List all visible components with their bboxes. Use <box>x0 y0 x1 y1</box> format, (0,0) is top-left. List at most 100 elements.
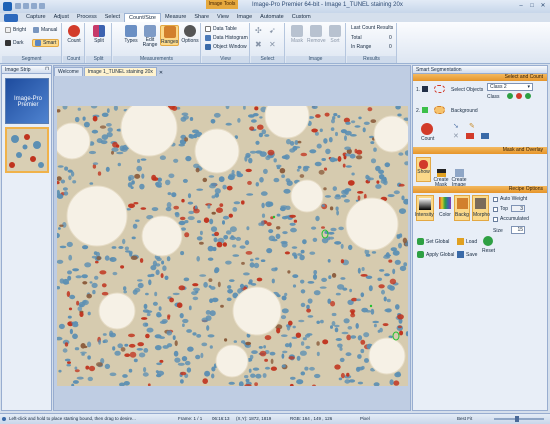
tab-view[interactable]: View <box>213 13 233 22</box>
class-dropdown[interactable]: Class 2 ▾ <box>487 83 533 91</box>
top-checkbox[interactable]: Top <box>493 206 508 212</box>
auto-weight-checkbox[interactable]: Auto Weight <box>493 196 527 202</box>
close-tab-icon[interactable]: ✕ <box>159 70 163 76</box>
app-menu-button[interactable] <box>4 13 18 22</box>
data-table-button[interactable]: Data Table <box>205 26 237 32</box>
cell-nucleus <box>114 350 121 356</box>
close-icon[interactable]: ✕ <box>538 2 548 10</box>
reset-icon[interactable] <box>483 236 493 246</box>
size-stepper[interactable]: 15 <box>511 226 525 234</box>
cell-nucleus <box>321 158 327 161</box>
select-tool-2[interactable]: ➹ <box>269 26 276 35</box>
split-button[interactable]: Split <box>91 25 107 44</box>
tab-image[interactable]: Image <box>233 13 256 22</box>
maximize-icon[interactable]: □ <box>527 2 537 10</box>
count-button[interactable]: Count <box>66 25 82 44</box>
cell-nucleus <box>68 175 72 181</box>
edit-range-button[interactable]: Edit Range <box>142 25 158 48</box>
cell-nucleus <box>360 274 368 277</box>
save-icon[interactable] <box>15 3 21 9</box>
pencil-icon[interactable]: ✎ <box>469 122 475 130</box>
top-stepper[interactable]: 3 <box>511 205 525 212</box>
data-histogram-button[interactable]: Data Histogram <box>205 35 248 41</box>
select-tool-1[interactable]: ✣ <box>255 26 262 35</box>
minimize-icon[interactable]: – <box>516 2 526 10</box>
types-button[interactable]: Types <box>123 25 139 44</box>
color-button[interactable] <box>437 195 452 211</box>
select-objects-icon[interactable] <box>434 85 445 93</box>
cell-nucleus <box>156 257 162 262</box>
tab-count-size[interactable]: Count/Size <box>124 13 161 22</box>
count-red-icon[interactable] <box>421 123 433 135</box>
tab-process[interactable]: Process <box>73 13 101 22</box>
fat-vacuole <box>194 128 240 174</box>
apply-global-button[interactable]: Apply Global <box>417 251 454 258</box>
cell-nucleus <box>158 306 162 311</box>
background-color-swatch[interactable] <box>422 107 428 113</box>
doc-tab-welcome[interactable]: Welcome <box>54 67 83 76</box>
smart-button[interactable]: Smart <box>32 39 60 47</box>
cell-nucleus <box>131 236 136 240</box>
backg-icon <box>456 198 468 209</box>
remove-class-icon[interactable] <box>516 93 522 99</box>
add-class-icon[interactable] <box>507 93 513 99</box>
ribbon-group-measurements: Types Edit Range Ranges Options Measurem… <box>113 23 201 63</box>
cell-nucleus <box>351 120 356 124</box>
tab-adjust[interactable]: Adjust <box>50 13 73 22</box>
tab-measure[interactable]: Measure <box>161 13 190 22</box>
ranges-button[interactable]: Ranges <box>160 25 179 46</box>
cell-nucleus <box>173 158 179 163</box>
tab-share[interactable]: Share <box>190 13 213 22</box>
cell-nucleus <box>174 357 181 363</box>
apply-class-icon[interactable] <box>525 93 531 99</box>
undo-icon[interactable] <box>31 3 37 9</box>
x-icon[interactable]: ✕ <box>453 132 459 140</box>
cell-nucleus <box>263 345 266 349</box>
cell-nucleus <box>335 338 342 341</box>
mask-button[interactable]: Mask <box>289 25 305 44</box>
load-button[interactable]: Load <box>457 238 477 245</box>
tab-select[interactable]: Select <box>101 13 124 22</box>
tab-custom[interactable]: Custom <box>288 13 315 22</box>
zoom-slider-thumb[interactable] <box>515 416 519 422</box>
pointer-icon[interactable]: ➘ <box>453 122 459 130</box>
bright-button[interactable]: Bright <box>5 27 26 33</box>
set-global-button[interactable]: Set Global <box>417 238 449 245</box>
open-icon[interactable] <box>23 3 29 9</box>
cell-nucleus <box>299 350 307 356</box>
pin-icon[interactable]: ⊓ <box>45 66 49 72</box>
dark-button[interactable]: Dark <box>5 40 24 46</box>
doc-tab-tunel-image[interactable]: Image 1_TUNEL staining 20x <box>83 67 157 76</box>
cell-nucleus <box>180 379 184 384</box>
create-image-button[interactable]: Create Image <box>451 157 467 188</box>
select-tool-4[interactable]: ✕ <box>269 40 276 49</box>
zoom-slider[interactable] <box>494 418 544 420</box>
tab-automate[interactable]: Automate <box>256 13 288 22</box>
background-select-icon[interactable] <box>434 106 445 114</box>
show-overlay-button[interactable]: Show <box>416 157 431 182</box>
class-color-swatch[interactable] <box>422 86 428 92</box>
create-mask-button[interactable]: Create Mask <box>433 157 449 188</box>
tab-capture[interactable]: Capture <box>22 13 50 22</box>
thumbnail-tunel-image[interactable] <box>5 127 49 173</box>
cell-nucleus <box>300 152 308 157</box>
thumbnail-welcome[interactable]: Image-Pro Premier <box>5 78 49 124</box>
object-window-button[interactable]: Object Window <box>205 44 247 50</box>
app-logo-icon[interactable] <box>3 2 12 11</box>
select-tool-3[interactable]: ✖ <box>255 40 262 49</box>
manual-button[interactable]: Manual <box>33 27 57 33</box>
status-fit[interactable]: Best Fit <box>457 414 472 424</box>
erase-icon[interactable] <box>466 133 474 139</box>
cell-nucleus <box>245 251 253 255</box>
cell-nucleus <box>196 236 203 241</box>
accumulated-checkbox[interactable]: Accumulated <box>493 216 529 222</box>
sort-button[interactable]: Sort <box>327 25 343 44</box>
remove-button[interactable]: Remove <box>307 25 326 44</box>
redo-icon[interactable] <box>39 3 45 9</box>
image-canvas[interactable] <box>57 106 408 386</box>
save-disk-icon[interactable] <box>481 133 489 139</box>
save-recipe-button[interactable]: Save <box>457 251 477 258</box>
cell-nucleus <box>319 286 327 289</box>
cell-nucleus <box>229 226 237 233</box>
options-button[interactable]: Options <box>181 25 199 44</box>
